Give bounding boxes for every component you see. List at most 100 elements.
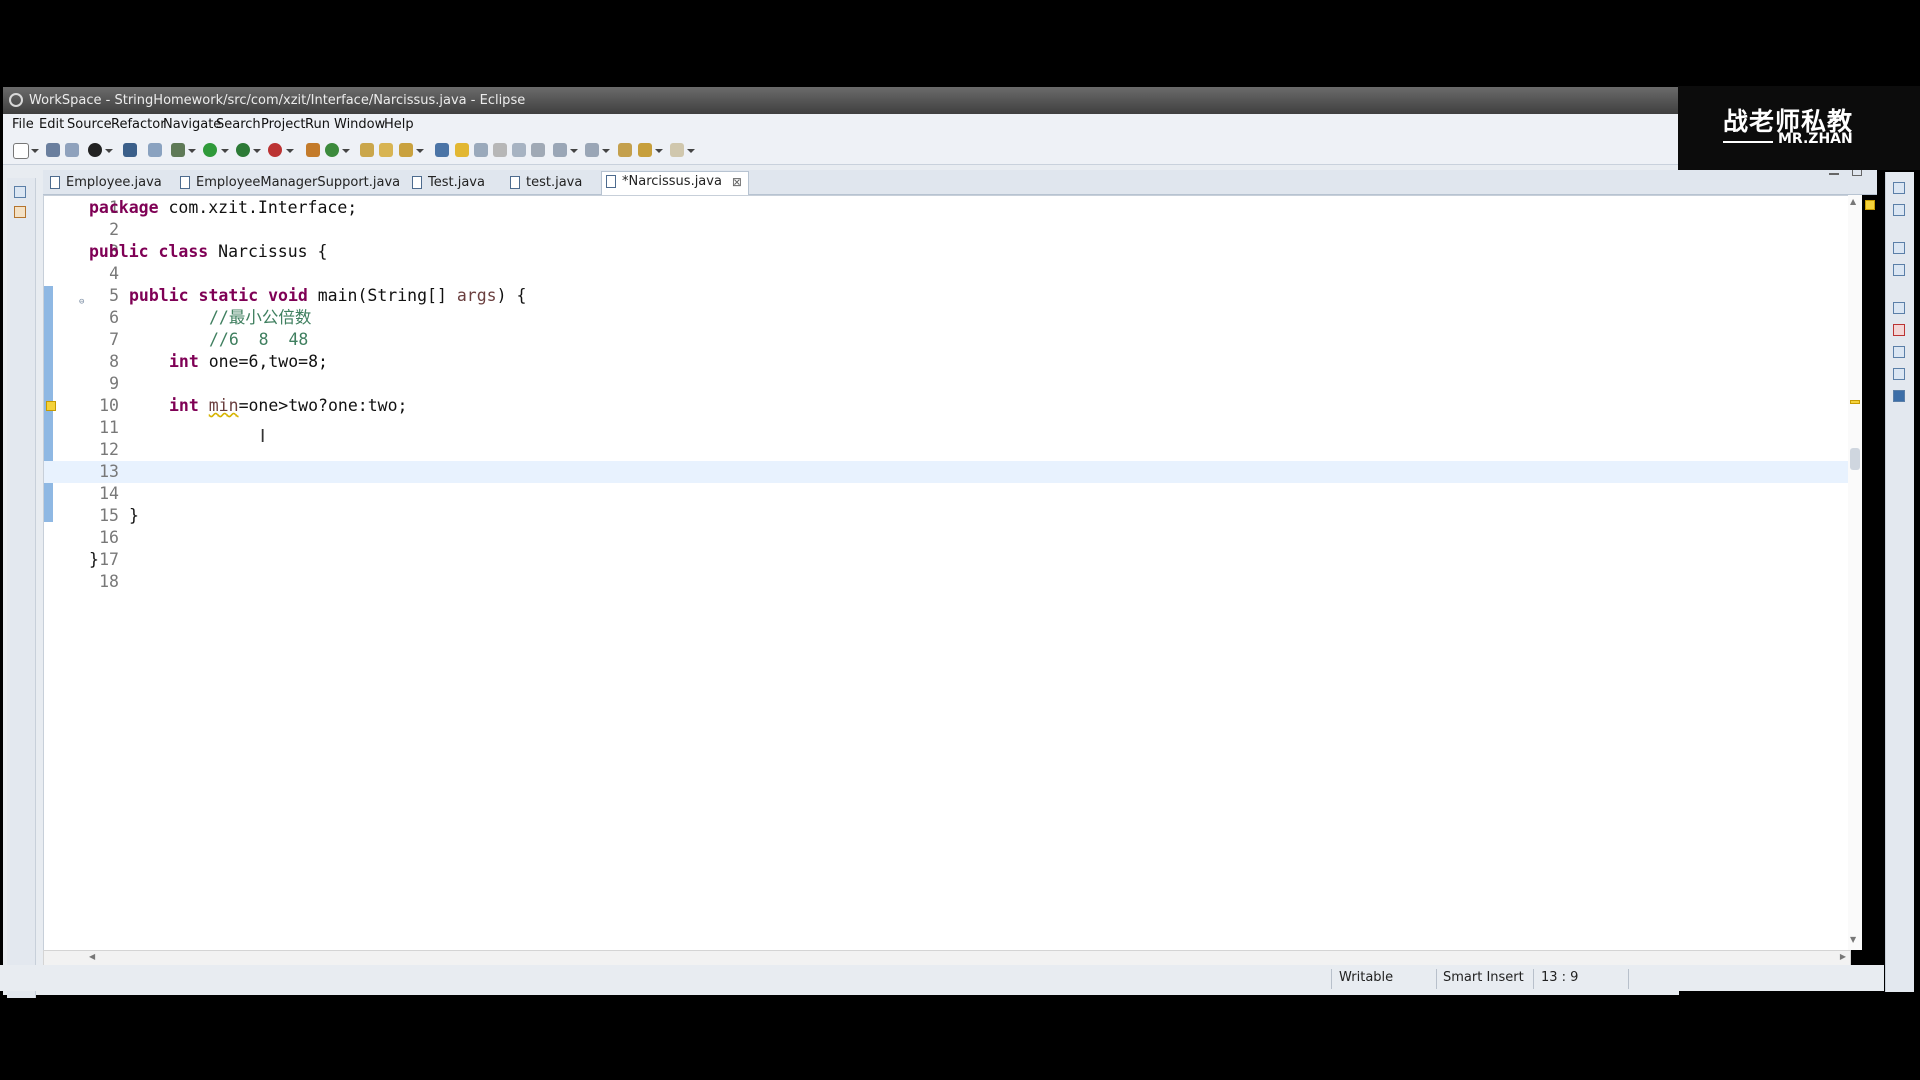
keyword: package	[89, 198, 159, 217]
restore-icon[interactable]	[14, 186, 26, 198]
new-java-project-icon[interactable]	[306, 143, 320, 157]
console-view-icon[interactable]	[1893, 390, 1905, 402]
vertical-scrollbar[interactable]: ▲ ▼	[1848, 195, 1862, 950]
external-tools-icon[interactable]	[268, 143, 282, 157]
declaration-icon[interactable]	[1893, 368, 1905, 380]
status-separator	[1436, 969, 1437, 989]
comment: //6 8 48	[209, 330, 309, 349]
annotation-icon[interactable]	[435, 143, 449, 157]
last-edit-icon[interactable]	[618, 143, 632, 157]
close-icon[interactable]: ⊠	[732, 172, 742, 192]
open-type-icon[interactable]	[360, 143, 374, 157]
code-editor[interactable]: 1 package com.xzit.Interface; 2 3 public…	[43, 195, 1851, 952]
code-line: 4	[44, 263, 1850, 285]
paragraph-icon[interactable]	[531, 143, 545, 157]
coverage-icon[interactable]	[236, 143, 250, 157]
right-trim-bar	[1885, 172, 1914, 992]
save-all-icon[interactable]	[65, 143, 79, 157]
tab-test-lower[interactable]: test.java	[506, 173, 582, 193]
minimize-icon[interactable]	[1829, 173, 1839, 175]
menu-search[interactable]: Search	[216, 117, 261, 132]
scroll-right-icon[interactable]: ▶	[1840, 952, 1846, 961]
code-text: Narcissus {	[208, 242, 328, 261]
restore-icon[interactable]	[1893, 302, 1905, 314]
status-writable: Writable	[1339, 970, 1394, 985]
tab-employee[interactable]: Employee.java	[46, 173, 162, 193]
search-dropdown-icon[interactable]	[416, 149, 424, 153]
new-class-icon[interactable]	[325, 143, 339, 157]
tab-narcissus[interactable]: *Narcissus.java ⊠	[601, 171, 749, 196]
menu-project[interactable]: Project	[261, 117, 305, 132]
line-number: 5	[109, 286, 119, 305]
menu-refactor[interactable]: Refactor	[111, 117, 166, 132]
line-number: 13	[99, 462, 119, 481]
scroll-left-icon[interactable]: ◀	[89, 952, 95, 961]
task-list-icon[interactable]	[1893, 204, 1905, 216]
outline-icon[interactable]	[1893, 264, 1905, 276]
code-line: 6 //最小公倍数	[44, 307, 1850, 329]
menu-navigate[interactable]: Navigate	[163, 117, 221, 132]
skip-breakpoints-icon[interactable]	[148, 143, 162, 157]
keyword: int	[169, 396, 199, 415]
tab-label: *Narcissus.java	[622, 174, 722, 189]
status-bar: Writable Smart Insert 13 : 9	[0, 965, 1884, 991]
line-number: 7	[109, 330, 119, 349]
line-number: 10	[99, 396, 119, 415]
new-class-dropdown-icon[interactable]	[342, 149, 350, 153]
variable: args	[456, 286, 497, 305]
debug-icon[interactable]	[171, 143, 185, 157]
menu-run[interactable]: Run	[305, 117, 330, 132]
new-icon[interactable]	[13, 143, 29, 159]
highlight-icon[interactable]	[455, 143, 469, 157]
scroll-up-icon[interactable]: ▲	[1850, 197, 1856, 206]
warning-icon[interactable]	[46, 401, 56, 411]
search-icon[interactable]	[399, 143, 413, 157]
next-annotation-dropdown-icon[interactable]	[570, 149, 578, 153]
next-annotation-icon[interactable]	[553, 143, 567, 157]
menu-window[interactable]: Window	[334, 117, 385, 132]
back-dropdown-icon[interactable]	[655, 149, 663, 153]
profile-dropdown-icon[interactable]	[105, 149, 113, 153]
tab-employee-manager-support[interactable]: EmployeeManagerSupport.java	[176, 173, 400, 193]
forward-icon[interactable]	[670, 143, 684, 157]
code-text: =one>two?one:two;	[238, 396, 408, 415]
debug-dropdown-icon[interactable]	[188, 149, 196, 153]
restore-icon[interactable]	[1893, 242, 1905, 254]
tab-test-upper[interactable]: Test.java	[408, 173, 485, 193]
package-explorer-icon[interactable]	[14, 206, 26, 218]
javadoc-icon[interactable]	[1893, 346, 1905, 358]
menu-edit[interactable]: Edit	[39, 117, 64, 132]
restore-icon[interactable]	[1893, 182, 1905, 194]
menu-source[interactable]: Source	[67, 117, 112, 132]
block-selection-icon[interactable]	[474, 143, 488, 157]
previous-annotation-dropdown-icon[interactable]	[602, 149, 610, 153]
warning-icon[interactable]	[1850, 400, 1860, 404]
horizontal-scrollbar[interactable]: ◀ ▶	[43, 950, 1851, 966]
menu-help[interactable]: Help	[384, 117, 414, 132]
console-icon[interactable]	[123, 143, 137, 157]
scroll-down-icon[interactable]: ▼	[1850, 935, 1856, 944]
status-cursor-position[interactable]: 13 : 9	[1541, 970, 1578, 985]
scroll-thumb[interactable]	[1850, 448, 1860, 470]
problems-icon[interactable]	[1893, 324, 1905, 336]
run-icon[interactable]	[203, 143, 217, 157]
warning-icon[interactable]	[1865, 200, 1875, 210]
word-wrap-icon[interactable]	[493, 143, 507, 157]
left-trim-bar	[7, 178, 36, 998]
tab-label: EmployeeManagerSupport.java	[196, 175, 401, 190]
previous-annotation-icon[interactable]	[585, 143, 599, 157]
menu-file[interactable]: File	[12, 117, 34, 132]
back-icon[interactable]	[638, 143, 652, 157]
show-whitespace-icon[interactable]	[512, 143, 526, 157]
keyword: public class	[89, 242, 209, 261]
run-dropdown-icon[interactable]	[221, 149, 229, 153]
open-task-icon[interactable]	[379, 143, 393, 157]
line-number: 6	[109, 308, 119, 327]
status-insert-mode[interactable]: Smart Insert	[1443, 970, 1524, 985]
external-tools-dropdown-icon[interactable]	[286, 149, 294, 153]
save-icon[interactable]	[46, 143, 60, 157]
new-dropdown-icon[interactable]	[31, 149, 39, 153]
profile-icon[interactable]	[88, 143, 102, 157]
coverage-dropdown-icon[interactable]	[253, 149, 261, 153]
forward-dropdown-icon[interactable]	[687, 149, 695, 153]
